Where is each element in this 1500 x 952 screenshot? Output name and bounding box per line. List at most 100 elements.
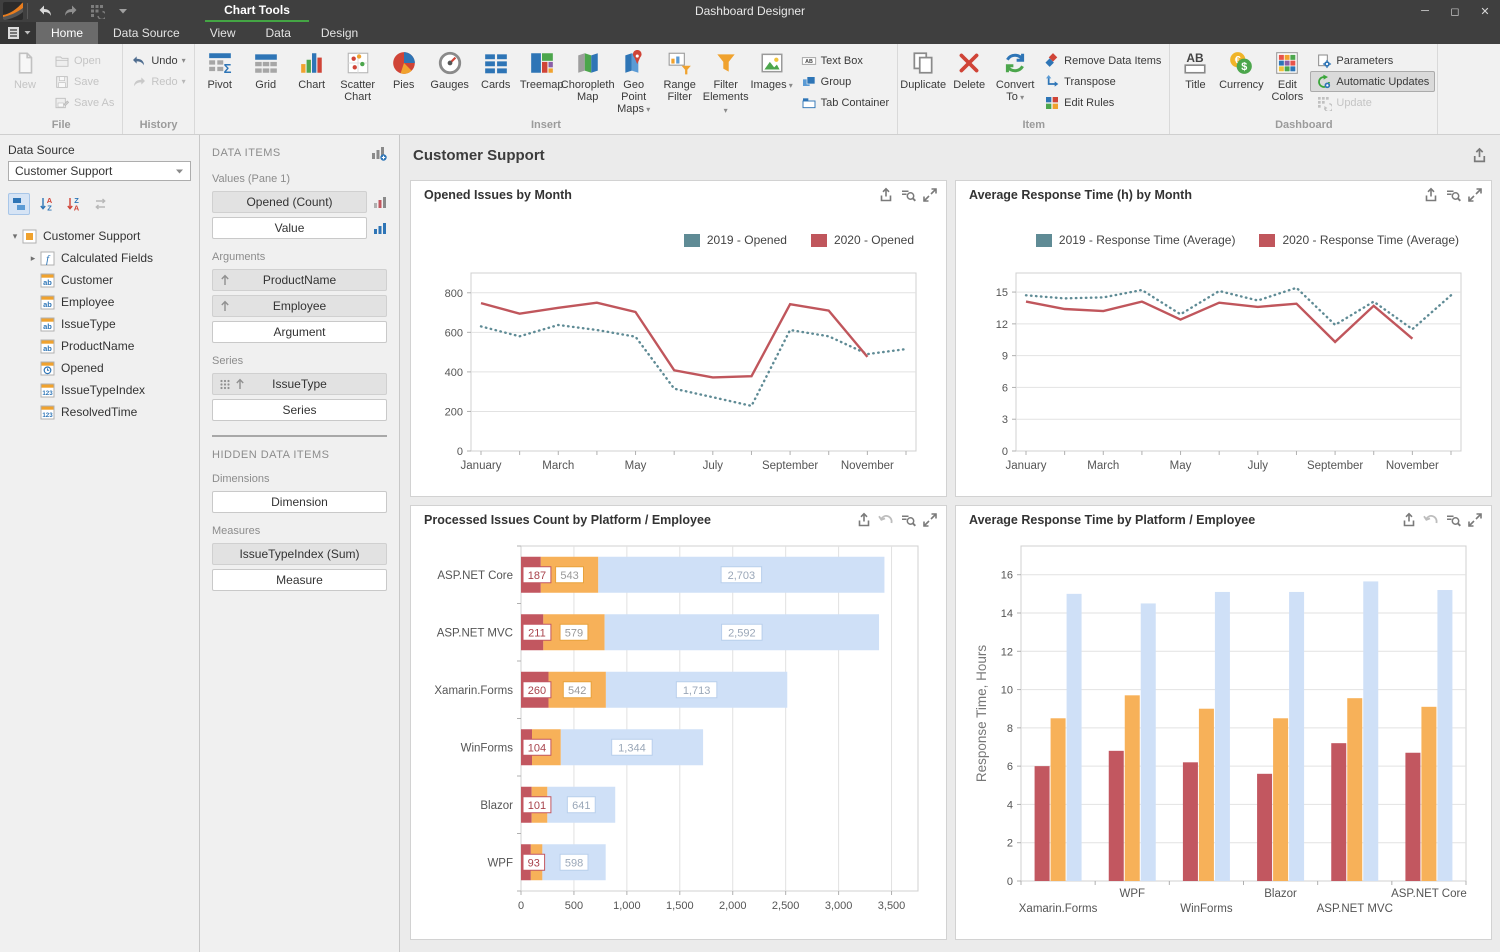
bar[interactable] [1215, 592, 1230, 881]
bar[interactable] [1331, 743, 1346, 881]
title-button[interactable]: ABTitle [1172, 46, 1218, 92]
sort-za-button[interactable]: ZA [62, 193, 84, 215]
data-item-chip-issuetypeindex-sum-[interactable]: IssueTypeIndex (Sum) [212, 543, 387, 565]
scatter-chart-button[interactable]: Scatter Chart [335, 46, 381, 104]
text-box-button[interactable]: ABText Box [795, 50, 896, 71]
tree-item-employee[interactable]: abEmployee [8, 291, 191, 313]
bar[interactable] [1347, 698, 1362, 881]
tab-data[interactable]: Data [251, 22, 306, 44]
tree-item-opened[interactable]: Opened [8, 357, 191, 379]
export-icon[interactable] [1423, 187, 1439, 203]
new-button[interactable]: New [2, 46, 48, 92]
magnifier-icon[interactable] [900, 187, 916, 203]
tab-design[interactable]: Design [306, 22, 373, 44]
series-red-icon[interactable] [373, 195, 387, 209]
close-button[interactable]: ✕ [1470, 0, 1500, 22]
data-item-chip-measure[interactable]: Measure [212, 569, 387, 591]
bar[interactable] [1067, 594, 1082, 881]
data-item-chip-employee[interactable]: Employee [212, 295, 387, 317]
save-as-button[interactable]: Save As [48, 92, 120, 113]
currency-button[interactable]: €$Currency [1218, 46, 1264, 92]
bar[interactable] [1141, 603, 1156, 881]
save-button[interactable]: Save [48, 71, 120, 92]
export-icon[interactable] [878, 187, 894, 203]
chart-item-average-response-time-h-by-month[interactable]: Average Response Time (h) by Month2019 -… [955, 180, 1492, 497]
transpose-button[interactable]: Transpose [1038, 71, 1167, 92]
layout-button[interactable] [8, 193, 30, 215]
minimize-button[interactable]: ─ [1410, 0, 1440, 22]
data-item-chip-opened-count-[interactable]: Opened (Count) [212, 191, 367, 213]
chart-item-average-response-time-by-platform-employee[interactable]: Average Response Time by Platform / Empl… [955, 505, 1492, 940]
data-item-chip-dimension[interactable]: Dimension [212, 491, 387, 513]
expand-arrow-icon[interactable]: ▸ [26, 253, 40, 264]
bar[interactable] [1183, 762, 1198, 881]
duplicate-button[interactable]: Duplicate [900, 46, 946, 92]
tab-data-source[interactable]: Data Source [98, 22, 195, 44]
bar[interactable] [1125, 695, 1140, 881]
chart-item-opened-issues-by-month[interactable]: Opened Issues by Month2019 - Opened2020 … [410, 180, 947, 497]
tree-item-resolvedtime[interactable]: 123ResolvedTime [8, 401, 191, 423]
qat-customize-caret-button[interactable] [114, 2, 132, 20]
tree-item-customer-support[interactable]: ▾Customer Support [8, 225, 191, 247]
export-icon[interactable] [856, 512, 872, 528]
data-item-chip-issuetype[interactable]: IssueType [212, 373, 387, 395]
edit-colors-button[interactable]: Edit Colors [1264, 46, 1310, 104]
qat-redo-button[interactable] [62, 2, 80, 20]
automatic-updates-button[interactable]: Automatic Updates [1310, 71, 1435, 92]
tree-item-calculated-fields[interactable]: ▸fCalculated Fields [8, 247, 191, 269]
pivot-button[interactable]: ΣPivot [197, 46, 243, 92]
bar[interactable] [1405, 753, 1420, 881]
maximize-button[interactable]: ◻ [1440, 0, 1470, 22]
parameters-button[interactable]: Parameters [1310, 50, 1435, 71]
qat-update-button[interactable] [88, 2, 106, 20]
bar[interactable] [1035, 766, 1050, 881]
delete-button[interactable]: Delete [946, 46, 992, 92]
filter-elements-button[interactable]: Filter Elements ▾ [703, 46, 749, 118]
tree-item-productname[interactable]: abProductName [8, 335, 191, 357]
cards-button[interactable]: Cards [473, 46, 519, 92]
bar[interactable] [1421, 707, 1436, 881]
maximize-icon[interactable] [922, 512, 938, 528]
sort-az-button[interactable]: AZ [35, 193, 57, 215]
export-icon[interactable] [1401, 512, 1417, 528]
treemap-button[interactable]: Treemap [519, 46, 565, 92]
undo-button[interactable]: Undo▾ [125, 50, 191, 71]
edit-rules-button[interactable]: Edit Rules [1038, 92, 1167, 113]
magnifier-icon[interactable] [1445, 187, 1461, 203]
tree-item-customer[interactable]: abCustomer [8, 269, 191, 291]
magnifier-icon[interactable] [1445, 512, 1461, 528]
bar[interactable] [1109, 751, 1124, 881]
data-source-select[interactable]: Customer Support [8, 161, 191, 181]
images-button[interactable]: Images ▾ [749, 46, 795, 93]
swap-button[interactable] [89, 193, 111, 215]
tab-view[interactable]: View [195, 22, 251, 44]
bar[interactable] [1363, 581, 1378, 881]
data-item-chip-series[interactable]: Series [212, 399, 387, 421]
grid-button[interactable]: Grid [243, 46, 289, 92]
series-blue-icon[interactable] [373, 221, 387, 235]
undo-icon[interactable] [1423, 512, 1439, 528]
chart-item-processed-issues-count-by-platform-employee[interactable]: Processed Issues Count by Platform / Emp… [410, 505, 947, 940]
bar[interactable] [1437, 590, 1452, 881]
redo-button[interactable]: Redo▾ [125, 71, 191, 92]
collapse-arrow-icon[interactable]: ▾ [8, 231, 22, 242]
undo-icon[interactable] [878, 512, 894, 528]
range-filter-button[interactable]: Range Filter [657, 46, 703, 104]
qat-undo-button[interactable] [36, 2, 54, 20]
bar[interactable] [1051, 718, 1066, 881]
dashboard-export-icon[interactable] [1471, 147, 1488, 164]
tree-item-issuetype[interactable]: abIssueType [8, 313, 191, 335]
data-item-chip-productname[interactable]: ProductName [212, 269, 387, 291]
app-menu-button[interactable] [0, 22, 36, 44]
tree-item-issuetypeindex[interactable]: 123IssueTypeIndex [8, 379, 191, 401]
tab-container-button[interactable]: Tab Container [795, 92, 896, 113]
bar[interactable] [1289, 592, 1304, 881]
app-logo-icon[interactable] [3, 2, 23, 20]
magnifier-icon[interactable] [900, 512, 916, 528]
choropleth-map-button[interactable]: Choropleth Map [565, 46, 611, 104]
data-item-chip-value[interactable]: Value [212, 217, 367, 239]
convert-to-button[interactable]: Convert To ▾ [992, 46, 1038, 105]
pies-button[interactable]: Pies [381, 46, 427, 92]
data-item-chip-argument[interactable]: Argument [212, 321, 387, 343]
bar[interactable] [1273, 718, 1288, 881]
